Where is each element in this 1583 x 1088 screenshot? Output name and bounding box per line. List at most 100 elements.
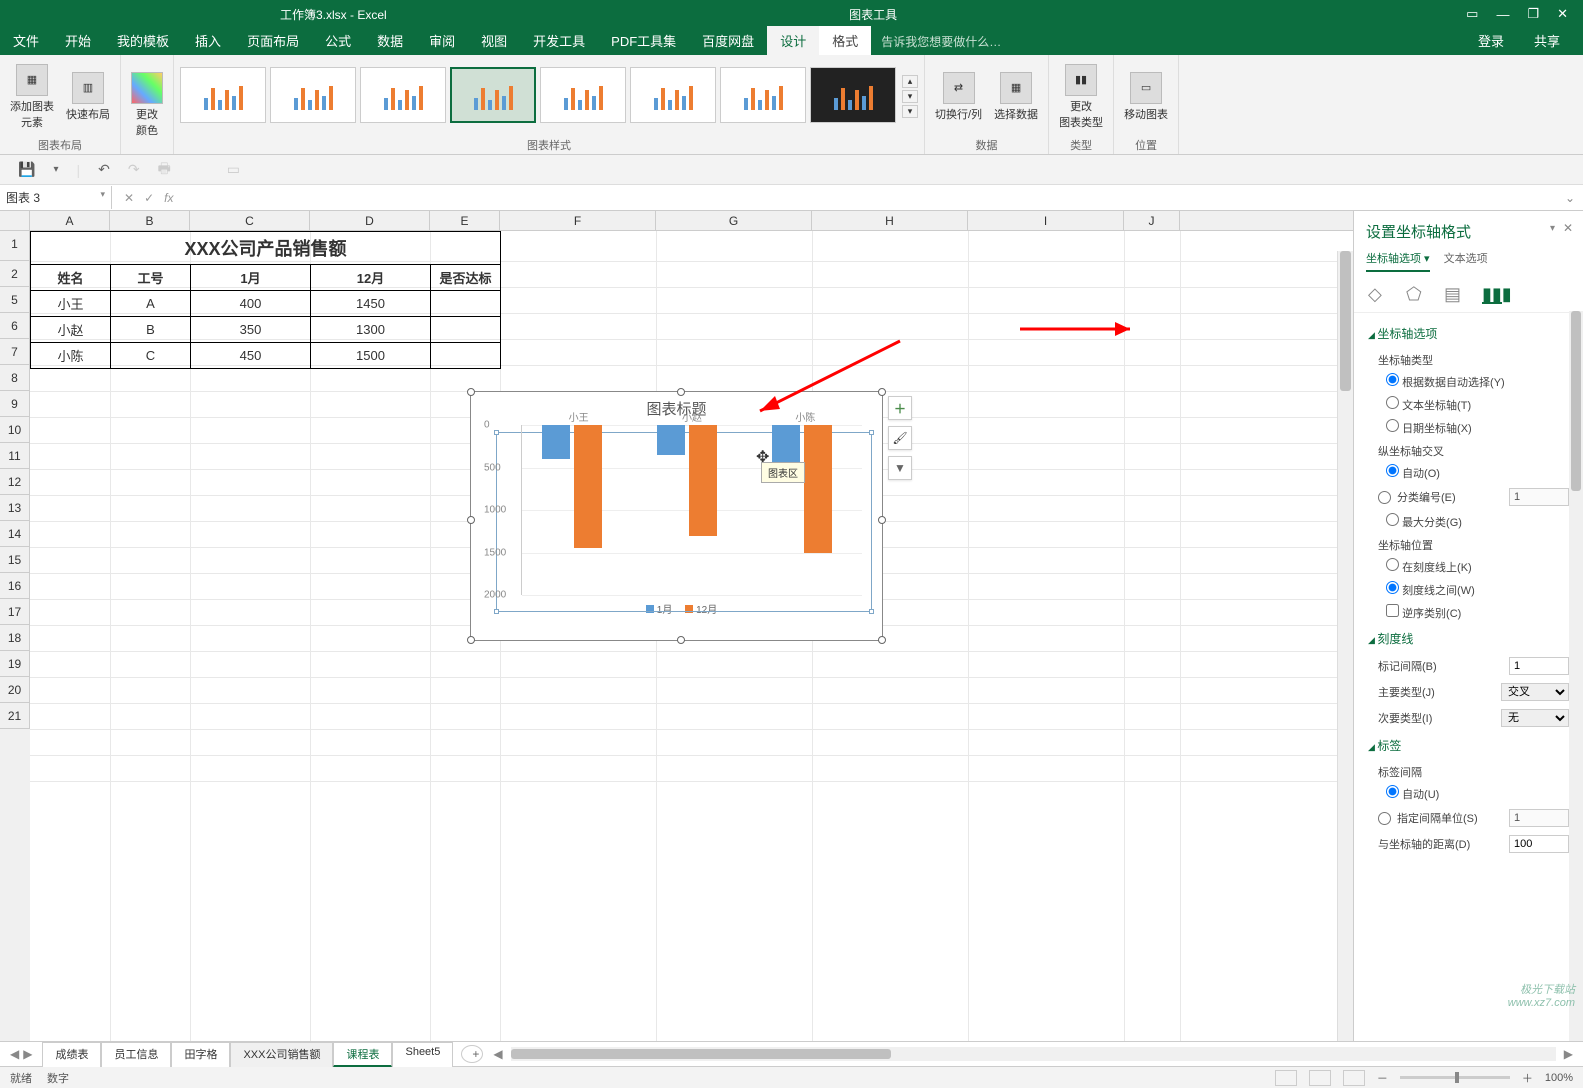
formula-input[interactable] (185, 195, 1556, 201)
tab-pdf[interactable]: PDF工具集 (598, 26, 689, 55)
tab-formulas[interactable]: 公式 (312, 26, 364, 55)
tell-me-input[interactable]: 告诉我您想要做什么… (881, 33, 1001, 55)
opt-date-axis[interactable] (1386, 419, 1399, 432)
formula-expand[interactable]: ⌄ (1557, 191, 1583, 205)
column-header[interactable]: F (500, 211, 656, 230)
page-layout-view-button[interactable] (1309, 1070, 1331, 1086)
name-box[interactable]: 图表 3 (0, 186, 112, 209)
chart-style-gallery[interactable] (180, 67, 896, 127)
share-button[interactable]: 共享 (1521, 26, 1573, 55)
chart-add-element-button[interactable]: ＋ (888, 396, 912, 420)
tab-review[interactable]: 审阅 (416, 26, 468, 55)
sheet-tab[interactable]: 课程表 (333, 1042, 392, 1067)
ribbon-options-icon[interactable]: ▭ (1466, 6, 1478, 22)
chart-plot-area[interactable]: 0500100015002000小王小赵小陈 (521, 425, 862, 595)
close-button[interactable]: ✕ (1557, 6, 1568, 22)
tab-file[interactable]: 文件 (0, 26, 52, 55)
row-header[interactable]: 12 (0, 469, 30, 495)
column-header[interactable]: J (1124, 211, 1180, 230)
worksheet-grid[interactable]: ABCDEFGHIJ 12567891011121314151617181920… (0, 211, 1353, 1041)
row-header[interactable]: 8 (0, 365, 30, 391)
chart-style-3[interactable] (360, 67, 446, 123)
column-header[interactable]: E (430, 211, 500, 230)
touch-mode-button[interactable]: ▭ (227, 161, 240, 178)
normal-view-button[interactable] (1275, 1070, 1297, 1086)
sheet-tab[interactable]: XXX公司销售额 (230, 1042, 333, 1067)
opt-auto-select[interactable] (1386, 373, 1399, 386)
tab-pagelayout[interactable]: 页面布局 (234, 26, 312, 55)
data-table[interactable]: XXX公司产品销售额 姓名工号1月12月是否达标 小王A4001450小赵B35… (30, 231, 501, 369)
row-header[interactable]: 13 (0, 495, 30, 521)
column-header[interactable]: D (310, 211, 430, 230)
sheet-nav-prev[interactable]: ◀ (10, 1047, 19, 1061)
row-header[interactable]: 17 (0, 599, 30, 625)
fill-line-icon[interactable]: ◇ (1368, 284, 1388, 304)
login-button[interactable]: 登录 (1465, 26, 1517, 55)
confirm-formula-button[interactable]: ✓ (144, 191, 154, 205)
chart-style-6[interactable] (630, 67, 716, 123)
row-header[interactable]: 1 (0, 231, 30, 261)
row-header[interactable]: 20 (0, 677, 30, 703)
redo-button[interactable]: ↷ (128, 161, 140, 178)
horizontal-scrollbar[interactable]: ◀ ▶ (483, 1047, 1583, 1061)
opt-cat-number[interactable] (1378, 491, 1391, 504)
sheet-nav-next[interactable]: ▶ (23, 1047, 32, 1061)
sheet-tab[interactable]: 员工信息 (101, 1042, 171, 1067)
sheet-tab[interactable]: 成绩表 (42, 1042, 101, 1067)
change-chart-type-button[interactable]: ▮▮ 更改 图表类型 (1055, 62, 1107, 132)
fx-button[interactable]: fx (164, 191, 173, 205)
zoom-in-button[interactable]: ＋ (1522, 1070, 1533, 1086)
tab-developer[interactable]: 开发工具 (520, 26, 598, 55)
row-header[interactable]: 7 (0, 339, 30, 365)
tab-view[interactable]: 视图 (468, 26, 520, 55)
tab-baidu[interactable]: 百度网盘 (689, 26, 767, 55)
opt-on-tick[interactable] (1386, 558, 1399, 571)
select-all-corner[interactable] (0, 211, 30, 230)
sheet-tab[interactable]: 田字格 (171, 1042, 230, 1067)
zoom-level[interactable]: 100% (1545, 1072, 1573, 1084)
vertical-scrollbar[interactable] (1337, 251, 1353, 1041)
style-gallery-down[interactable]: ▾ (902, 90, 918, 103)
row-header[interactable]: 14 (0, 521, 30, 547)
chart-filter-button[interactable]: ▼ (888, 456, 912, 480)
undo-button[interactable]: ↶ (98, 161, 110, 178)
row-header[interactable]: 6 (0, 313, 30, 339)
switch-row-col-button[interactable]: ⇄ 切换行/列 (931, 70, 986, 124)
opt-text-axis[interactable] (1386, 396, 1399, 409)
zoom-slider[interactable] (1400, 1076, 1510, 1079)
style-gallery-up[interactable]: ▴ (902, 75, 918, 88)
row-header[interactable]: 18 (0, 625, 30, 651)
chk-reverse-categories[interactable] (1386, 604, 1399, 617)
column-header[interactable]: C (190, 211, 310, 230)
chart-style-8[interactable] (810, 67, 896, 123)
add-chart-element-button[interactable]: ▦ 添加图表 元素 (6, 62, 58, 132)
pane-tab-text-options[interactable]: 文本选项 (1444, 250, 1488, 272)
axis-options-icon[interactable]: ▮▮▮ (1482, 284, 1502, 304)
change-colors-button[interactable]: 更改 颜色 (127, 70, 167, 140)
print-button[interactable]: 🖶 (158, 158, 171, 182)
chart-style-7[interactable] (720, 67, 806, 123)
pane-close-button[interactable]: ✕ (1563, 221, 1573, 235)
section-labels[interactable]: 标签 (1368, 731, 1569, 760)
opt-label-specify[interactable] (1378, 812, 1391, 825)
row-header[interactable]: 11 (0, 443, 30, 469)
tab-insert[interactable]: 插入 (182, 26, 234, 55)
row-header[interactable]: 16 (0, 573, 30, 599)
move-chart-button[interactable]: ▭ 移动图表 (1120, 70, 1172, 124)
add-sheet-button[interactable]: + (461, 1045, 483, 1063)
zoom-out-button[interactable]: － (1377, 1070, 1388, 1086)
style-gallery-more[interactable]: ▾ (902, 105, 918, 118)
quick-layout-button[interactable]: ▥ 快速布局 (62, 70, 114, 124)
restore-button[interactable]: ❐ (1527, 6, 1539, 22)
opt-cross-auto[interactable] (1386, 464, 1399, 477)
column-header[interactable]: H (812, 211, 968, 230)
qat-dropdown[interactable]: ▾ (53, 164, 58, 175)
page-break-view-button[interactable] (1343, 1070, 1365, 1086)
opt-max-category[interactable] (1386, 513, 1399, 526)
chart-style-1[interactable] (180, 67, 266, 123)
major-type-select[interactable]: 交叉 (1501, 683, 1569, 701)
chart-style-4[interactable] (450, 67, 536, 123)
row-header[interactable]: 2 (0, 261, 30, 287)
cancel-formula-button[interactable]: ✕ (124, 191, 134, 205)
tab-data[interactable]: 数据 (364, 26, 416, 55)
